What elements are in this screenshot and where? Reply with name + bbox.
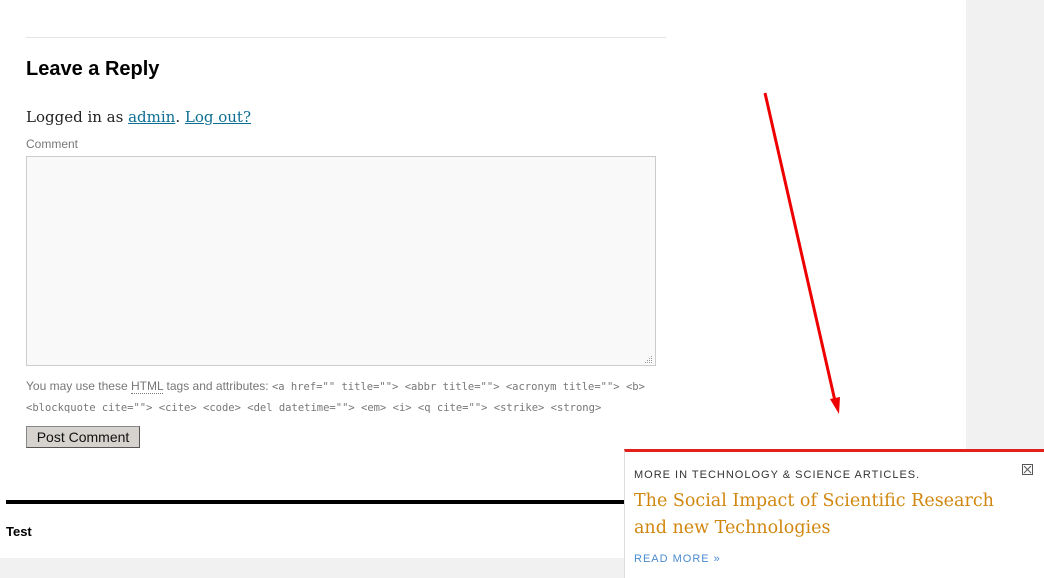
arrow-shaft bbox=[763, 92, 837, 402]
arrow-head-icon bbox=[830, 397, 840, 414]
related-article-popup: MORE IN TECHNOLOGY & SCIENCE ARTICLES. T… bbox=[624, 449, 1044, 578]
close-icon[interactable] bbox=[1022, 464, 1033, 475]
popup-heading: MORE IN TECHNOLOGY & SCIENCE ARTICLES. bbox=[634, 469, 921, 481]
read-more-link[interactable]: READ MORE » bbox=[634, 553, 721, 565]
popup-article-title-link[interactable]: The Social Impact of Scientific Research… bbox=[634, 488, 1014, 542]
